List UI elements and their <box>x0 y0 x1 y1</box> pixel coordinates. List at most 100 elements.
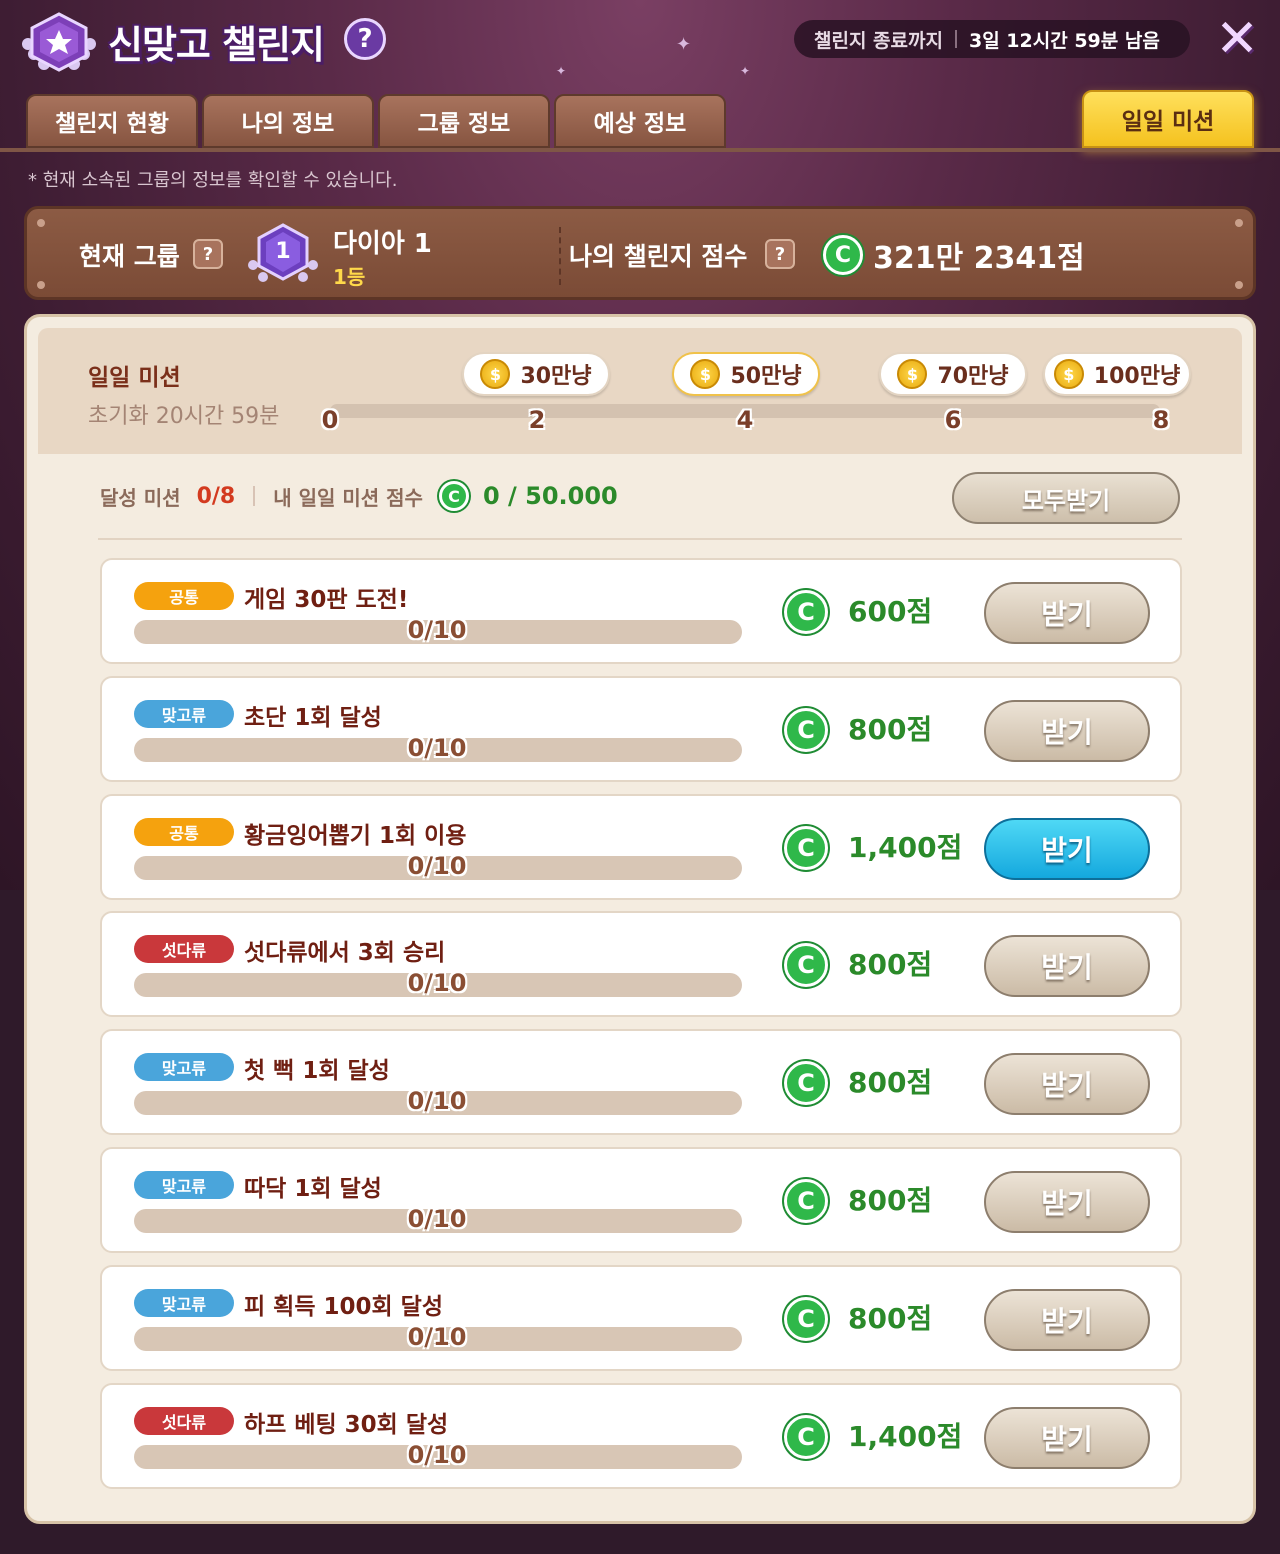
mission-progress-text: 0/10 <box>407 969 467 998</box>
tab-group-info[interactable]: 그룹 정보 <box>378 94 550 148</box>
score-help-button[interactable]: ? <box>765 239 795 269</box>
mission-category-badge: 맞고류 <box>134 699 234 728</box>
progress-tick: 8 <box>1152 406 1170 434</box>
receive-button[interactable]: 받기 <box>984 699 1150 762</box>
mission-title: 첫 뻑 1회 달성 <box>244 1058 390 1085</box>
current-group-label: 현재 그룹 <box>79 242 180 271</box>
challenge-coin-icon: C <box>784 1414 828 1459</box>
tab-my-info[interactable]: 나의 정보 <box>202 94 374 148</box>
mission-row: 섯다류 하프 베팅 30회 달성 0/10 C 1,400점 받기 <box>100 1382 1182 1489</box>
achieved-label: 달성 미션 <box>100 485 181 510</box>
receive-button[interactable]: 받기 <box>984 1288 1150 1351</box>
page-title: 신맞고 챌린지 <box>108 23 325 67</box>
timer-value: 3일 12시간 59분 남음 <box>968 29 1160 52</box>
mission-progress-text: 0/10 <box>407 733 467 762</box>
mission-summary: 달성 미션 0/8 내 일일 미션 점수 C 0 / 50.000 <box>100 480 618 512</box>
reward-milestone[interactable]: $ 50만냥 <box>672 352 820 396</box>
mission-title: 하프 베팅 30회 달성 <box>244 1411 449 1438</box>
mission-category-badge: 섯다류 <box>134 935 234 964</box>
tab-challenge-status[interactable]: 챌린지 현황 <box>26 94 198 148</box>
reward-milestone[interactable]: $ 30만냥 <box>462 352 610 396</box>
reward-milestone[interactable]: $ 100만냥 <box>1043 352 1191 396</box>
gold-coin-icon: $ <box>690 359 721 389</box>
group-rank: 1등 <box>333 265 366 289</box>
challenge-coin-icon: C <box>784 1179 828 1223</box>
divider <box>559 227 561 285</box>
mission-row: 맞고류 피 획득 100회 달성 0/10 C 800점 받기 <box>100 1264 1182 1371</box>
progress-tick: 4 <box>736 406 754 434</box>
divider <box>954 30 957 48</box>
mission-points: 1,400점 <box>848 1419 963 1453</box>
daily-score-value: 0 / 50.000 <box>482 482 618 510</box>
timer-label: 챌린지 종료까지 <box>814 29 943 52</box>
tab-daily-mission[interactable]: 일일 미션 <box>1082 90 1254 148</box>
rivet <box>1235 281 1243 289</box>
mission-row: 맞고류 초단 1회 달성 0/10 C 800점 받기 <box>100 675 1182 782</box>
mission-category-badge: 맞고류 <box>134 1288 234 1317</box>
mission-title: 따닥 1회 달성 <box>244 1176 382 1202</box>
notice-text: * 현재 소속된 그룹의 정보를 확인할 수 있습니다. <box>28 170 398 191</box>
rivet <box>1235 219 1243 227</box>
mission-row: 맞고류 따닥 1회 달성 0/10 C 800점 받기 <box>100 1147 1182 1253</box>
mission-points: 1,400점 <box>848 830 963 864</box>
mission-points: 800점 <box>848 1066 933 1100</box>
receive-button[interactable]: 받기 <box>984 935 1150 998</box>
group-help-button[interactable]: ? <box>193 239 223 269</box>
gold-coin-icon: $ <box>480 359 511 389</box>
challenge-coin-icon: C <box>823 235 863 275</box>
reward-amount: 50만냥 <box>730 364 802 389</box>
mission-points: 600점 <box>848 595 933 628</box>
mission-progress-text: 0/10 <box>407 1440 467 1469</box>
tab-underline <box>0 148 1280 152</box>
mission-progress-text: 0/10 <box>407 1205 467 1233</box>
challenge-coin-icon: C <box>784 1061 828 1106</box>
receive-button[interactable]: 받기 <box>984 1171 1150 1233</box>
receive-button[interactable]: 받기 <box>984 1053 1150 1116</box>
mission-row: 공통 게임 30판 도전! 0/10 C 600점 받기 <box>100 558 1182 664</box>
challenge-coin-icon: C <box>784 707 828 752</box>
challenge-coin-icon: C <box>784 590 828 634</box>
daily-score-label: 내 일일 미션 점수 <box>273 485 423 510</box>
sparkle-icon: ✦ <box>676 34 692 55</box>
tier-number: 1 <box>275 239 291 264</box>
mission-points: 800점 <box>848 712 933 746</box>
tier-name: 다이아 1 <box>333 229 432 259</box>
receive-button[interactable]: 받기 <box>984 582 1150 644</box>
gold-coin-icon: $ <box>897 359 928 389</box>
daily-mission-title: 일일 미션 <box>88 365 181 391</box>
mission-category-badge: 공통 <box>134 582 234 610</box>
rivet <box>37 281 45 289</box>
challenge-coin-icon: C <box>784 943 828 988</box>
progress-tick: 2 <box>528 406 546 434</box>
progress-tick: 0 <box>321 406 339 434</box>
mission-title: 피 획득 100회 달성 <box>244 1293 443 1320</box>
tab-forecast-info[interactable]: 예상 정보 <box>554 94 726 148</box>
mission-row: 공통 황금잉어뽑기 1회 이용 0/10 C 1,400점 받기 <box>100 793 1182 900</box>
achieved-value: 0/8 <box>196 483 236 509</box>
reward-milestone[interactable]: $ 70만냥 <box>879 352 1027 396</box>
close-button[interactable]: ✕ <box>1212 13 1262 65</box>
mission-title: 초단 1회 달성 <box>244 704 382 731</box>
mission-category-badge: 맞고류 <box>134 1171 234 1199</box>
challenge-score-value: 321만 2341점 <box>873 241 1085 276</box>
receive-button[interactable]: 받기 <box>984 817 1150 880</box>
reward-amount: 70만냥 <box>937 364 1009 389</box>
receive-all-button[interactable]: 모두받기 <box>952 472 1180 524</box>
mission-category-badge: 맞고류 <box>134 1053 234 1082</box>
reward-amount: 30만냥 <box>520 364 592 389</box>
divider <box>98 538 1182 540</box>
mission-row: 맞고류 첫 뻑 1회 달성 0/10 C 800점 받기 <box>100 1029 1182 1136</box>
mission-row: 섯다류 섯다류에서 3회 승리 0/10 C 800점 받기 <box>100 911 1182 1018</box>
help-button[interactable]: ? <box>344 18 386 60</box>
challenge-coin-icon: C <box>784 1296 828 1341</box>
mission-title: 게임 30판 도전! <box>244 587 409 613</box>
mission-category-badge: 공통 <box>134 817 234 846</box>
reward-amount: 100만냥 <box>1093 364 1181 389</box>
receive-button[interactable]: 받기 <box>984 1406 1150 1469</box>
progress-tick: 6 <box>944 406 962 434</box>
sparkle-icon: ✦ <box>740 64 751 78</box>
gold-coin-icon: $ <box>1053 359 1084 389</box>
rivet <box>37 219 45 227</box>
divider <box>253 486 256 506</box>
mission-title: 황금잉어뽑기 1회 이용 <box>244 822 467 849</box>
